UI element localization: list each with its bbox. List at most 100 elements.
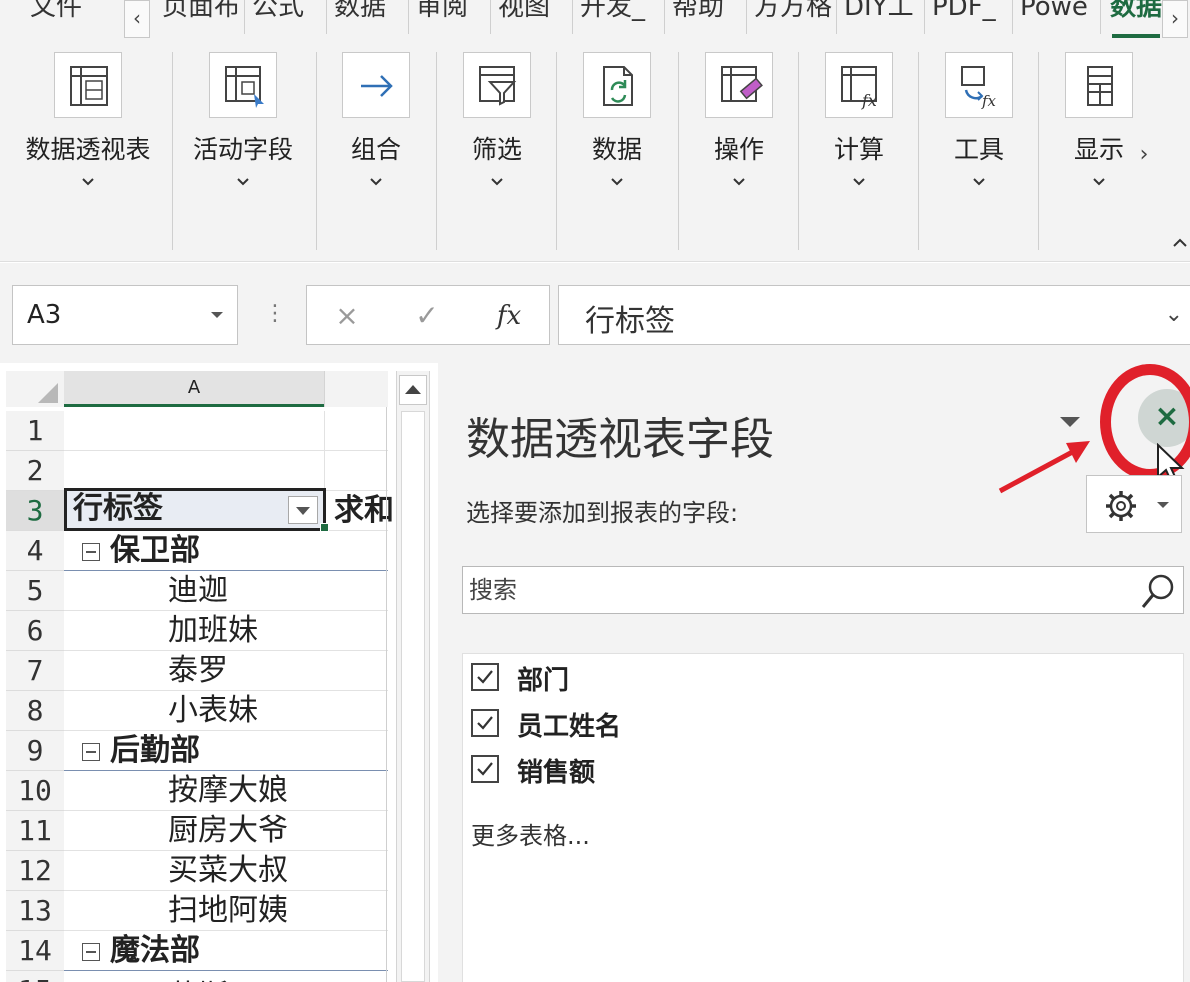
collapse-group-icon[interactable] bbox=[82, 543, 100, 561]
formula-bar-resize-handle[interactable]: ⋮ bbox=[264, 301, 286, 326]
group-label-cell[interactable]: 保卫部 bbox=[110, 531, 200, 571]
search-icon[interactable] bbox=[1139, 571, 1179, 611]
table-row[interactable] bbox=[64, 451, 388, 491]
row-header[interactable]: 6 bbox=[6, 611, 64, 651]
tab-diy-tools[interactable]: DIY工 bbox=[844, 0, 920, 32]
field-checkbox[interactable] bbox=[471, 663, 499, 691]
row-header[interactable]: 2 bbox=[6, 451, 64, 491]
collapse-group-icon[interactable] bbox=[82, 943, 100, 961]
group-label-cell[interactable]: 魔法部 bbox=[110, 931, 200, 971]
calculations-button[interactable]: fx 计算 bbox=[799, 52, 919, 252]
table-row[interactable]: 保卫部 bbox=[64, 531, 388, 571]
table-row[interactable]: 迪迦 bbox=[64, 571, 388, 611]
more-tables-link[interactable]: 更多表格... bbox=[471, 816, 590, 851]
row-header[interactable]: 14 bbox=[6, 931, 64, 971]
scroll-up-button[interactable] bbox=[399, 375, 427, 405]
employee-name-cell[interactable]: 小表妹 bbox=[168, 691, 258, 731]
employee-name-cell[interactable]: 按摩大娘 bbox=[168, 771, 288, 811]
insert-function-icon[interactable]: fx bbox=[489, 298, 529, 334]
tab-fangfangge[interactable]: 方方格 bbox=[754, 0, 834, 32]
table-row[interactable]: 泰罗 bbox=[64, 651, 388, 691]
table-row[interactable]: 小表妹 bbox=[64, 691, 388, 731]
table-row[interactable]: 厨房大爷 bbox=[64, 811, 388, 851]
row-header-selected[interactable]: 3 bbox=[6, 491, 64, 531]
field-checkbox[interactable] bbox=[471, 709, 499, 737]
table-row[interactable] bbox=[64, 411, 388, 451]
filter-button[interactable]: 筛选 bbox=[437, 52, 557, 252]
tab-pivot-analyze-active[interactable]: 数据 bbox=[1110, 0, 1162, 32]
pivot-table-button[interactable]: 数据透视表 bbox=[25, 52, 151, 252]
pane-tools-button[interactable] bbox=[1086, 475, 1182, 533]
actions-button[interactable]: 操作 bbox=[679, 52, 799, 252]
row-header[interactable]: 10 bbox=[6, 771, 64, 811]
field-search-input[interactable] bbox=[469, 573, 1129, 607]
row-header[interactable]: 13 bbox=[6, 891, 64, 931]
employee-name-cell[interactable]: 加班妹 bbox=[168, 611, 258, 651]
field-search-box[interactable] bbox=[462, 566, 1184, 614]
vertical-scrollbar[interactable] bbox=[396, 371, 430, 982]
table-row[interactable]: 买菜大叔 bbox=[64, 851, 388, 891]
column-header-b[interactable] bbox=[324, 371, 388, 407]
tab-page-layout[interactable]: 页面布 bbox=[162, 0, 240, 32]
data-button[interactable]: 数据 bbox=[557, 52, 677, 252]
expand-formula-bar-icon[interactable]: ⌄ bbox=[1165, 302, 1183, 327]
row-header[interactable]: 9 bbox=[6, 731, 64, 771]
ribbon-scroll-right-button[interactable]: › bbox=[1132, 120, 1156, 190]
formula-input[interactable]: 行标签 ⌄ bbox=[558, 285, 1190, 345]
table-row[interactable]: 扫地阿姨 bbox=[64, 891, 388, 931]
worksheet-grid[interactable]: A 1 2 3 4 5 6 7 8 9 10 11 12 13 14 15 求和… bbox=[0, 363, 438, 982]
employee-name-cell[interactable]: 买菜大叔 bbox=[168, 851, 288, 891]
chevron-down-icon bbox=[733, 178, 745, 186]
employee-name-cell[interactable]: 迪迦 bbox=[168, 571, 228, 611]
sum-header-cell[interactable]: 求和 bbox=[334, 491, 394, 531]
collapse-group-icon[interactable] bbox=[82, 743, 100, 761]
tab-developer[interactable]: 开发_ bbox=[580, 0, 660, 32]
name-box-dropdown-icon[interactable] bbox=[209, 310, 225, 320]
active-cell-a3[interactable]: 行标签 bbox=[64, 488, 326, 531]
row-header[interactable]: 5 bbox=[6, 571, 64, 611]
employee-name-cell[interactable]: 泰罗 bbox=[168, 651, 228, 691]
row-labels-filter-button[interactable] bbox=[288, 496, 318, 524]
row-header[interactable]: 4 bbox=[6, 531, 64, 571]
tools-button[interactable]: fx 工具 bbox=[919, 52, 1039, 252]
row-header[interactable]: 1 bbox=[6, 411, 64, 451]
enter-check-icon[interactable]: ✓ bbox=[407, 298, 447, 334]
table-row[interactable]: 艾斯 bbox=[64, 971, 388, 982]
pane-options-dropdown-icon[interactable] bbox=[1058, 415, 1082, 429]
tab-scroll-right-button[interactable]: › bbox=[1162, 0, 1188, 38]
tab-scroll-left-button[interactable]: ‹ bbox=[124, 0, 150, 38]
employee-name-cell[interactable]: 厨房大爷 bbox=[168, 811, 288, 851]
tab-review[interactable]: 审阅 bbox=[416, 0, 486, 32]
tab-help[interactable]: 帮助 bbox=[672, 0, 742, 32]
scrollbar-thumb[interactable] bbox=[401, 411, 425, 982]
employee-name-cell[interactable]: 扫地阿姨 bbox=[168, 891, 288, 931]
tab-pdf[interactable]: PDF_ bbox=[932, 0, 1008, 32]
tab-formulas[interactable]: 公式 bbox=[252, 0, 322, 32]
group-button[interactable]: 组合 bbox=[316, 52, 436, 252]
tab-data[interactable]: 数据 bbox=[334, 0, 404, 32]
collapse-ribbon-icon[interactable] bbox=[1170, 232, 1190, 252]
row-header[interactable]: 15 bbox=[6, 971, 64, 982]
tab-separator bbox=[490, 0, 491, 34]
tab-power[interactable]: Powe bbox=[1020, 0, 1096, 32]
row-header[interactable]: 12 bbox=[6, 851, 64, 891]
table-row[interactable]: 加班妹 bbox=[64, 611, 388, 651]
group-label-cell[interactable]: 后勤部 bbox=[110, 731, 200, 771]
select-all-corner[interactable] bbox=[6, 371, 64, 407]
table-row[interactable]: 魔法部 bbox=[64, 931, 388, 971]
tab-file[interactable]: 文件 bbox=[30, 0, 100, 32]
row-header[interactable]: 7 bbox=[6, 651, 64, 691]
table-row[interactable]: 按摩大娘 bbox=[64, 771, 388, 811]
active-field-button[interactable]: 活动字段 bbox=[183, 52, 303, 252]
employee-name-cell[interactable]: 艾斯 bbox=[168, 977, 228, 982]
row-header[interactable]: 11 bbox=[6, 811, 64, 851]
cancel-icon[interactable]: × bbox=[327, 298, 367, 334]
column-header-a[interactable]: A bbox=[64, 371, 324, 407]
fill-handle[interactable] bbox=[320, 523, 329, 532]
tab-view[interactable]: 视图 bbox=[498, 0, 568, 32]
field-checkbox[interactable] bbox=[471, 755, 499, 783]
tab-separator bbox=[924, 0, 925, 34]
row-header[interactable]: 8 bbox=[6, 691, 64, 731]
table-row[interactable]: 后勤部 bbox=[64, 731, 388, 771]
name-box[interactable]: A3 bbox=[12, 285, 238, 345]
